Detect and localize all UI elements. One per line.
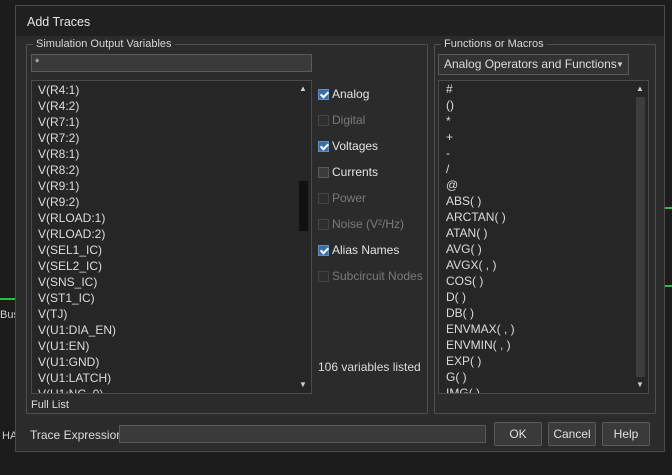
variable-list-item[interactable]: V(SEL1_IC) bbox=[32, 242, 296, 258]
functions-scrollbar[interactable]: ▲ ▼ bbox=[632, 81, 648, 393]
function-category-value: Analog Operators and Functions bbox=[444, 57, 617, 71]
function-list-item[interactable]: IMG( ) bbox=[440, 385, 634, 393]
checkbox-label: Digital bbox=[332, 113, 366, 127]
functions-listbox[interactable]: #() * + - / @ ABS( ) ARCTAN( ) ATAN( ) AVG( ) AVGX… bbox=[438, 80, 649, 394]
checkbox-label: Power bbox=[332, 191, 367, 205]
variable-list-item[interactable]: V(TJ) bbox=[32, 306, 296, 322]
dialog-title: Add Traces bbox=[27, 15, 91, 29]
cancel-button[interactable]: Cancel bbox=[548, 422, 596, 446]
variable-list-item[interactable]: V(R7:1) bbox=[32, 114, 296, 130]
variable-list-item[interactable]: V(RLOAD:1) bbox=[32, 210, 296, 226]
variables-scroll-thumb[interactable] bbox=[299, 181, 308, 231]
function-list-item[interactable]: ENVMIN( , ) bbox=[440, 337, 634, 353]
variable-list-item[interactable]: V(R9:1) bbox=[32, 178, 296, 194]
checkbox-empty-icon bbox=[318, 193, 329, 204]
function-list-item[interactable]: G( ) bbox=[440, 369, 634, 385]
function-list-item[interactable]: @ bbox=[440, 177, 634, 193]
variable-list-item[interactable]: V(SEL2_IC) bbox=[32, 258, 296, 274]
variable-list-item[interactable]: V(U1:NC_0) bbox=[32, 386, 296, 393]
help-button[interactable]: Help bbox=[602, 422, 650, 446]
variables-scrollbar[interactable]: ▲ ▼ bbox=[295, 81, 311, 393]
checkbox-label: Noise (V²/Hz) bbox=[332, 217, 405, 231]
function-list-item[interactable]: D( ) bbox=[440, 289, 634, 305]
function-list-item[interactable]: + bbox=[440, 129, 634, 145]
checkbox-analog[interactable]: Analog bbox=[318, 86, 369, 102]
function-list-item[interactable]: - bbox=[440, 145, 634, 161]
variable-list-item[interactable]: V(R8:1) bbox=[32, 146, 296, 162]
checkbox-label: Voltages bbox=[332, 139, 379, 153]
checkbox-checked-icon[interactable] bbox=[318, 89, 329, 100]
function-list-item[interactable]: DB( ) bbox=[440, 305, 634, 321]
function-list-item[interactable]: COS( ) bbox=[440, 273, 634, 289]
checkbox-label: Subcircuit Nodes bbox=[332, 269, 423, 283]
checkbox-currents[interactable]: Currents bbox=[318, 164, 378, 180]
checkbox-empty-icon bbox=[318, 219, 329, 230]
checkbox-empty-icon[interactable] bbox=[318, 167, 329, 178]
scroll-down-icon[interactable]: ▼ bbox=[632, 378, 648, 392]
variables-listbox[interactable]: V(R4:1) V(R4:2) V(R7:1) V(R7:2) V(R8:1) V(R8:… bbox=[31, 80, 312, 394]
function-list-item[interactable]: # bbox=[440, 81, 634, 97]
function-category-select[interactable]: Analog Operators and Functions ▼ bbox=[438, 54, 629, 75]
function-list-item[interactable]: AVG( ) bbox=[440, 241, 634, 257]
checkbox-checked-icon[interactable] bbox=[318, 141, 329, 152]
variable-list-item[interactable]: V(U1:DIA_EN) bbox=[32, 322, 296, 338]
full-list-label: Full List bbox=[31, 399, 69, 411]
checkbox-voltages[interactable]: Voltages bbox=[318, 138, 378, 154]
function-list-item[interactable]: ATAN( ) bbox=[440, 225, 634, 241]
variable-list-item[interactable]: V(R9:2) bbox=[32, 194, 296, 210]
function-list-item[interactable]: / bbox=[440, 161, 634, 177]
scroll-up-icon[interactable]: ▲ bbox=[295, 82, 311, 96]
simulation-output-variables-title: Simulation Output Variables bbox=[33, 37, 175, 51]
checkbox-label: Currents bbox=[332, 165, 379, 179]
checkbox-empty-icon bbox=[318, 271, 329, 282]
dialog-title-bar[interactable]: Add Traces bbox=[16, 6, 664, 36]
variable-list-item[interactable]: V(U1:GND) bbox=[32, 354, 296, 370]
checkbox-alias-names[interactable]: Alias Names bbox=[318, 242, 399, 258]
ok-button[interactable]: OK bbox=[494, 422, 542, 446]
scroll-up-icon[interactable]: ▲ bbox=[632, 82, 648, 96]
checkbox-digital: Digital bbox=[318, 112, 365, 128]
variable-filter-input[interactable]: * bbox=[31, 54, 312, 72]
variable-list-item[interactable]: V(R4:2) bbox=[32, 98, 296, 114]
scroll-down-icon[interactable]: ▼ bbox=[295, 378, 311, 392]
function-list-item[interactable]: ARCTAN( ) bbox=[440, 209, 634, 225]
variable-list-item[interactable]: V(U1:EN) bbox=[32, 338, 296, 354]
function-list-item[interactable]: * bbox=[440, 113, 634, 129]
checkbox-checked-icon[interactable] bbox=[318, 245, 329, 256]
variable-list-item[interactable]: V(U1:LATCH) bbox=[32, 370, 296, 386]
variable-list-item[interactable]: V(R8:2) bbox=[32, 162, 296, 178]
checkbox-label: Alias Names bbox=[332, 243, 400, 257]
function-list-item[interactable]: EXP( ) bbox=[440, 353, 634, 369]
checkbox-empty-icon bbox=[318, 115, 329, 126]
checkbox-subcircuit-nodes: Subcircuit Nodes bbox=[318, 268, 423, 284]
variable-list-item[interactable]: V(SNS_IC) bbox=[32, 274, 296, 290]
variable-list-item[interactable]: V(ST1_IC) bbox=[32, 290, 296, 306]
functions-scroll-thumb[interactable] bbox=[636, 97, 645, 377]
variable-list-item[interactable]: V(RLOAD:2) bbox=[32, 226, 296, 242]
chevron-down-icon[interactable]: ▼ bbox=[612, 55, 628, 74]
variables-count-text: 106 variables listed bbox=[318, 360, 421, 374]
add-traces-dialog: Add Traces Simulation Output Variables *… bbox=[15, 5, 665, 452]
checkbox-label: Analog bbox=[332, 87, 370, 101]
functions-or-macros-title: Functions or Macros bbox=[441, 37, 547, 51]
function-list-item[interactable]: AVGX( , ) bbox=[440, 257, 634, 273]
checkbox-power: Power bbox=[318, 190, 366, 206]
function-list-item[interactable]: () bbox=[440, 97, 634, 113]
background-trace-line bbox=[0, 298, 15, 300]
trace-expression-label: Trace Expression: bbox=[30, 428, 127, 442]
variable-list-item[interactable]: V(R7:2) bbox=[32, 130, 296, 146]
function-list-item[interactable]: ABS( ) bbox=[440, 193, 634, 209]
checkbox-noise-v-hz: Noise (V²/Hz) bbox=[318, 216, 404, 232]
variable-list-item[interactable]: V(R4:1) bbox=[32, 82, 296, 98]
trace-expression-input[interactable] bbox=[119, 425, 486, 443]
function-list-item[interactable]: ENVMAX( , ) bbox=[440, 321, 634, 337]
